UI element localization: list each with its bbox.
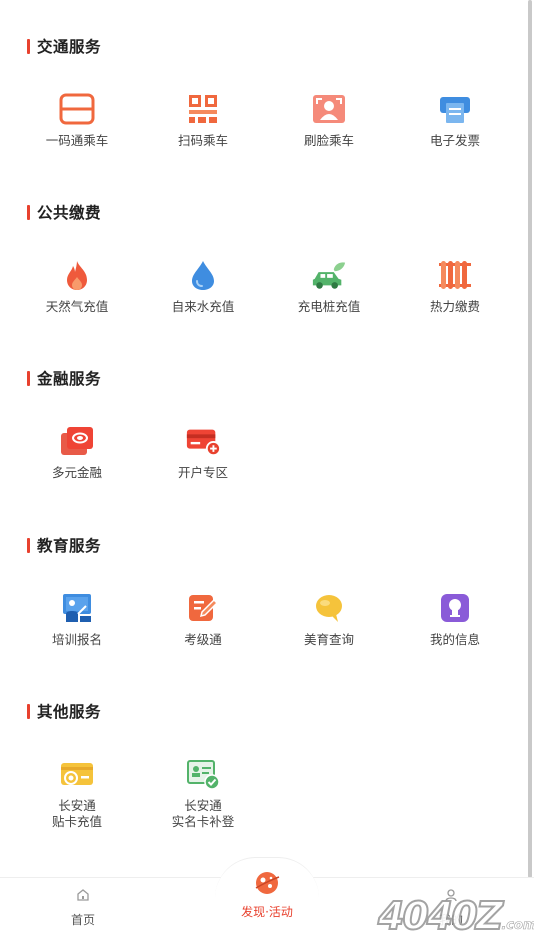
service-label: 美育查询 (303, 632, 354, 647)
service-grade-exam[interactable]: 考级通 (143, 590, 263, 648)
finance-cards-icon (59, 423, 95, 459)
service-e-invoice[interactable]: 电子发票 (395, 91, 515, 149)
service-charging-pile[interactable]: 充电桩充值 (269, 257, 389, 315)
service-label: 扫码乘车 (177, 133, 228, 148)
section-title: 公共缴费 (37, 204, 102, 222)
watermark-text: 4040Z (377, 893, 504, 939)
section-header: 交通服务 (27, 35, 101, 57)
tab-label: 首页 (70, 913, 95, 927)
invoice-printer-icon (437, 91, 473, 127)
service-art-edu-query[interactable]: 美育查询 (269, 590, 389, 648)
section-title: 教育服务 (37, 537, 102, 555)
service-label: 电子发票 (429, 133, 480, 148)
service-face-ride[interactable]: 刷脸乘车 (269, 91, 389, 149)
service-label-line1: 长安通 (184, 798, 222, 813)
service-one-code-ride[interactable]: 一码通乘车 (17, 91, 137, 149)
user-profile-icon (437, 590, 473, 626)
tab-home[interactable]: 首页 (28, 878, 138, 951)
service-card-topup[interactable]: 长安通 贴卡充值 (17, 756, 137, 830)
service-label: 我的信息 (429, 632, 480, 647)
edit-pencil-icon (185, 590, 221, 626)
section-accent-bar (27, 537, 30, 553)
service-label: 考级通 (184, 632, 222, 647)
service-label: 自来水充值 (171, 299, 235, 314)
section-title: 交通服务 (37, 38, 102, 56)
section-accent-bar (27, 38, 30, 54)
service-heating-fee[interactable]: 热力缴费 (395, 257, 515, 315)
electric-car-icon (311, 257, 347, 293)
service-label-line1: 长安通 (58, 798, 96, 813)
service-my-info[interactable]: 我的信息 (395, 590, 515, 648)
service-water-recharge[interactable]: 自来水充值 (143, 257, 263, 315)
service-label-line2: 实名卡补登 (171, 814, 235, 829)
section-accent-bar (27, 703, 30, 719)
id-card-verified-icon (185, 756, 221, 792)
watermark-logo: 4040Z.com (377, 893, 534, 946)
service-label: 长安通 实名卡补登 (172, 798, 235, 830)
service-label: 热力缴费 (429, 299, 480, 314)
service-real-name-card[interactable]: 长安通 实名卡补登 (143, 756, 263, 830)
service-gas-recharge[interactable]: 天然气充值 (17, 257, 137, 315)
section-header: 公共缴费 (27, 201, 101, 223)
service-label: 刷脸乘车 (303, 133, 354, 148)
service-label: 天然气充值 (45, 299, 109, 314)
service-training-signup[interactable]: 培训报名 (17, 590, 137, 648)
section-header: 金融服务 (27, 367, 101, 389)
service-label: 一码通乘车 (45, 133, 109, 148)
section-title: 金融服务 (37, 370, 102, 388)
section-accent-bar (27, 204, 30, 220)
face-scan-icon (311, 91, 347, 127)
service-account-opening[interactable]: 开户专区 (143, 423, 263, 481)
service-diverse-finance[interactable]: 多元金融 (17, 423, 137, 481)
discover-planet-icon (253, 869, 281, 901)
flame-icon (59, 257, 95, 293)
service-label: 开户专区 (177, 465, 228, 480)
home-icon (76, 886, 90, 904)
section-header: 教育服务 (27, 534, 101, 556)
section-header: 其他服务 (27, 700, 101, 722)
section-accent-bar (27, 370, 30, 386)
add-card-icon (185, 423, 221, 459)
card-topup-icon (59, 756, 95, 792)
qr-code-icon (185, 91, 221, 127)
water-drop-icon (185, 257, 221, 293)
qr-scan-frame-icon (59, 91, 95, 127)
chat-bubble-icon (311, 590, 347, 626)
tab-label-active: 发现·活动 (241, 905, 293, 919)
service-label: 长安通 贴卡充值 (52, 798, 102, 830)
service-label-line2: 贴卡充值 (51, 814, 102, 829)
service-scan-ride[interactable]: 扫码乘车 (143, 91, 263, 149)
watermark-domain: .com (501, 918, 534, 934)
tab-discover-activity[interactable]: 发现·活动 (215, 857, 319, 950)
service-label: 充电桩充值 (297, 299, 361, 314)
blackboard-teacher-icon (59, 590, 95, 626)
radiator-icon (437, 257, 473, 293)
service-label: 培训报名 (51, 632, 102, 647)
section-title: 其他服务 (37, 703, 102, 721)
service-label: 多元金融 (51, 465, 102, 480)
